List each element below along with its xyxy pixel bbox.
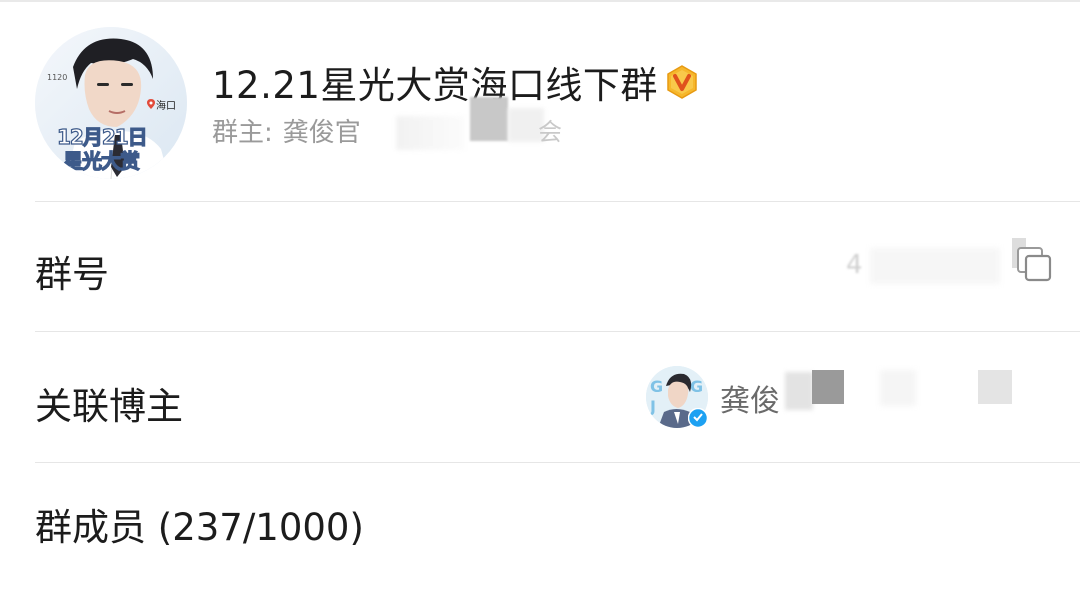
group-avatar[interactable]: 1120 海口 12月21日 星光大赏 (35, 27, 187, 179)
group-id-row[interactable]: 群号 4 (0, 202, 1080, 332)
linked-blogger-label: 关联博主 (35, 385, 183, 428)
avatar-event-text: 星光大赏 (62, 148, 140, 173)
group-id-label: 群号 (35, 253, 109, 296)
svg-text:G: G (690, 377, 703, 396)
avatar-location-text: 海口 (156, 101, 176, 112)
blogger-name-redaction (785, 372, 813, 410)
owner-name-redaction (470, 97, 508, 141)
group-members-label: 群成员 (237/1000) (35, 506, 364, 549)
location-pin-icon (147, 99, 155, 109)
group-name: 12.21星光大赏海口线下群 (212, 64, 658, 107)
svg-text:J: J (649, 397, 656, 416)
vip-badge-icon[interactable] (664, 64, 700, 100)
svg-text:G: G (650, 377, 663, 396)
group-owner-row[interactable]: 群主: 龚俊官 (212, 108, 361, 152)
blogger-name: 龚俊 (720, 384, 780, 419)
blogger-name-redaction (812, 370, 844, 404)
group-members-row[interactable]: 群成员 (237/1000) (0, 463, 1080, 593)
group-id-value: 4 (846, 250, 863, 280)
verified-icon (687, 407, 709, 429)
owner-name-redaction (396, 116, 466, 150)
owner-name-tail: 会 (538, 118, 562, 146)
avatar-small-text: 1120 (47, 73, 68, 82)
blogger-name-redaction (978, 370, 1012, 404)
owner-name: 龚俊官 (282, 117, 361, 148)
owner-label: 群主: (212, 117, 273, 148)
group-header: 1120 海口 12月21日 星光大赏 12.21星光大赏海口线下群 群主: 龚… (0, 0, 1080, 200)
group-id-redaction (870, 248, 1000, 284)
copy-icon[interactable] (1012, 238, 1056, 284)
linked-blogger-row[interactable]: 关联博主 G G J 龚俊 (0, 332, 1080, 462)
group-name-row: 12.21星光大赏海口线下群 (212, 52, 700, 112)
blogger-name-redaction (880, 370, 916, 406)
